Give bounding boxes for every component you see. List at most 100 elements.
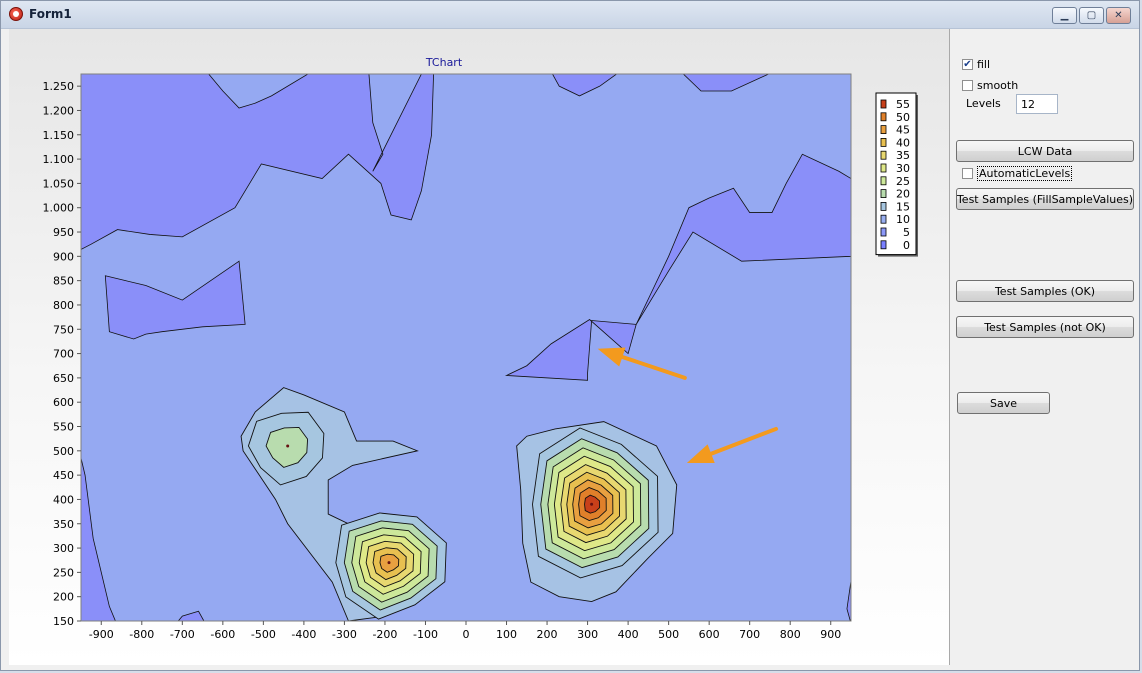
- peak-marker: [590, 502, 594, 506]
- y-tick-label: 400: [53, 493, 74, 506]
- x-tick-label: -600: [210, 628, 235, 641]
- legend-swatch: [880, 112, 887, 122]
- minimize-icon: ▁: [1060, 9, 1069, 21]
- y-tick-label: 350: [53, 518, 74, 531]
- legend-label: 35: [896, 149, 910, 162]
- x-tick-label: -900: [89, 628, 114, 641]
- y-tick-label: 1.100: [43, 153, 75, 166]
- legend-swatch: [880, 176, 887, 186]
- test-samples-not-ok-button[interactable]: Test Samples (not OK): [956, 316, 1134, 338]
- automatic-levels-label: AutomaticLevels: [977, 166, 1073, 181]
- x-tick-label: 900: [820, 628, 841, 641]
- chart-panel[interactable]: TChart 150 200 250 300 350 400 450 500 550 600 650…: [9, 29, 949, 665]
- x-tick-label: 800: [780, 628, 801, 641]
- y-tick-label: 900: [53, 250, 74, 263]
- x-tick-label: -500: [251, 628, 276, 641]
- x-tick-label: 700: [739, 628, 760, 641]
- legend-label: 45: [896, 124, 910, 137]
- app-icon[interactable]: [9, 7, 23, 21]
- x-tick-label: 0: [463, 628, 470, 641]
- test-samples-ok-button[interactable]: Test Samples (OK): [956, 280, 1134, 302]
- legend-swatch: [880, 99, 887, 109]
- legend-swatch: [880, 201, 887, 211]
- legend-label: 10: [896, 213, 910, 226]
- y-tick-label: 650: [53, 372, 74, 385]
- x-tick-label: 500: [658, 628, 679, 641]
- legend-swatch: [880, 227, 887, 237]
- x-tick-label: 600: [699, 628, 720, 641]
- lcw-data-button[interactable]: LCW Data: [956, 140, 1134, 162]
- legend-swatch: [880, 125, 887, 134]
- legend-swatch: [880, 138, 887, 147]
- y-tick-label: 450: [53, 469, 74, 482]
- x-tick-label: 300: [577, 628, 598, 641]
- window-title: Form1: [29, 7, 72, 21]
- x-tick-label: -400: [291, 628, 316, 641]
- levels-input[interactable]: [1016, 94, 1058, 114]
- y-tick-label: 550: [53, 421, 74, 434]
- main-window: Form1 ▁ ▢ ✕ TChart 150 200 250 300 350 400 450…: [0, 0, 1140, 671]
- x-tick-label: -100: [413, 628, 438, 641]
- legend-swatch: [880, 150, 887, 160]
- peak-marker: [286, 444, 290, 448]
- legend-label: 55: [896, 98, 910, 111]
- x-tick-label: -200: [372, 628, 397, 641]
- y-tick-label: 700: [53, 348, 74, 361]
- title-bar[interactable]: Form1 ▁ ▢ ✕: [1, 1, 1139, 29]
- x-tick-label: -700: [170, 628, 195, 641]
- contour-chart[interactable]: TChart 150200250300350400450500550600650…: [9, 29, 949, 665]
- legend-label: 20: [896, 188, 910, 201]
- y-tick-label: 500: [53, 445, 74, 458]
- legend-label: 50: [896, 111, 910, 124]
- y-tick-label: 950: [53, 226, 74, 239]
- x-tick-label: 100: [496, 628, 517, 641]
- smooth-label: smooth: [977, 79, 1019, 92]
- y-tick-label: 600: [53, 396, 74, 409]
- automatic-levels-checkbox[interactable]: [962, 168, 973, 179]
- y-tick-label: 250: [53, 566, 74, 579]
- legend-swatch: [880, 214, 887, 224]
- peak-marker: [387, 561, 391, 565]
- save-button[interactable]: Save: [957, 392, 1050, 414]
- close-button[interactable]: ✕: [1106, 7, 1131, 24]
- test-samples-fill-button[interactable]: Test Samples (FillSampleValues): [956, 188, 1134, 210]
- maximize-button[interactable]: ▢: [1079, 7, 1104, 24]
- legend-label: 0: [903, 239, 910, 252]
- y-tick-label: 800: [53, 299, 74, 312]
- close-icon: ✕: [1114, 9, 1123, 21]
- y-tick-label: 1.250: [43, 80, 75, 93]
- minimize-button[interactable]: ▁: [1052, 7, 1077, 24]
- legend-swatch: [880, 189, 887, 199]
- fill-label: fill: [977, 58, 991, 71]
- y-tick-label: 200: [53, 591, 74, 604]
- legend-label: 15: [896, 200, 910, 213]
- automatic-levels-row[interactable]: AutomaticLevels: [962, 166, 1073, 181]
- y-tick-label: 750: [53, 323, 74, 336]
- chart-title: TChart: [425, 56, 463, 69]
- smooth-checkbox[interactable]: [962, 80, 973, 91]
- smooth-checkbox-row[interactable]: smooth: [962, 79, 1018, 92]
- fill-checkbox[interactable]: ✔: [962, 59, 973, 70]
- y-tick-label: 850: [53, 275, 74, 288]
- y-tick-label: 300: [53, 542, 74, 555]
- maximize-icon: ▢: [1086, 9, 1097, 21]
- legend-label: 25: [896, 175, 910, 188]
- y-tick-label: 1.200: [43, 104, 75, 117]
- y-tick-label: 1.050: [43, 177, 75, 190]
- chart-legend[interactable]: 5550454035302520151050: [875, 92, 918, 257]
- window-controls: ▁ ▢ ✕: [1052, 7, 1131, 24]
- levels-label: Levels: [966, 97, 1001, 110]
- legend-swatch: [880, 163, 887, 173]
- legend-label: 5: [903, 226, 910, 239]
- y-tick-label: 1.150: [43, 129, 75, 142]
- legend-label: 40: [896, 136, 910, 149]
- y-tick-label: 150: [53, 615, 74, 628]
- control-panel: ✔ fill smooth Levels LCW Data AutomaticL…: [949, 29, 1139, 665]
- x-tick-label: 200: [537, 628, 558, 641]
- checkmark-icon: ✔: [963, 58, 972, 70]
- legend-label: 30: [896, 162, 910, 175]
- x-tick-label: 400: [618, 628, 639, 641]
- legend-swatch: [880, 240, 887, 250]
- x-tick-label: -800: [129, 628, 154, 641]
- fill-checkbox-row[interactable]: ✔ fill: [962, 58, 990, 71]
